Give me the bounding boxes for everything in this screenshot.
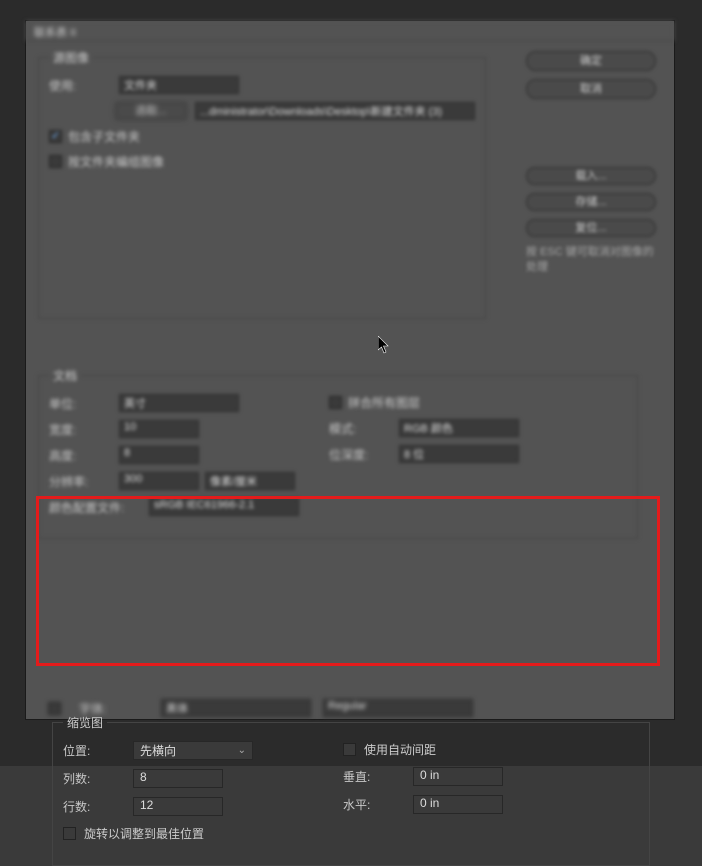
esc-hint: 按 ESC 键可取消对图像的处理 <box>526 245 656 276</box>
reset-button[interactable]: 复位... <box>526 219 656 237</box>
auto-space-label: 使用自动间距 <box>364 741 436 758</box>
load-button[interactable]: 载入... <box>526 167 656 185</box>
mode-label: 模式: <box>329 420 399 437</box>
rotate-best-label: 旋转以调整到最佳位置 <box>84 825 204 842</box>
width-input[interactable]: 10 <box>119 420 199 438</box>
profile-label: 颜色配置文件: <box>49 499 149 516</box>
action-column: 确定 取消 载入... 存储... 复位... 按 ESC 键可取消对图像的处理 <box>526 51 656 276</box>
cols-label: 列数: <box>63 770 133 787</box>
rotate-best-checkbox[interactable] <box>63 827 76 840</box>
ok-button[interactable]: 确定 <box>526 51 656 71</box>
bit-label: 位深度: <box>329 446 399 463</box>
group-by-folder-label: 按文件夹编组图像 <box>68 153 164 170</box>
mode-select[interactable]: RGB 颜色 <box>399 419 519 437</box>
height-input[interactable]: 8 <box>119 446 199 464</box>
flatten-label: 拼合所有图层 <box>348 394 420 411</box>
include-subfolders-label: 包含子文件夹 <box>68 128 140 145</box>
profile-select[interactable]: sRGB IEC61966-2.1 <box>149 498 299 516</box>
vert-input[interactable]: 0 in <box>413 767 503 786</box>
browse-button[interactable]: 选取... <box>115 102 187 120</box>
rows-label: 行数: <box>63 798 133 815</box>
place-value: 先横向 <box>140 742 176 759</box>
font-label: 字体: <box>79 700 149 717</box>
mouse-cursor-icon <box>378 336 390 354</box>
document-legend: 文档 <box>49 367 81 384</box>
rows-input[interactable]: 12 <box>133 797 223 816</box>
source-legend: 源图像 <box>49 49 93 66</box>
source-fieldset: 源图像 使用: 文件夹 选取... ...dministrator\Downlo… <box>38 49 486 319</box>
place-select[interactable]: 先横向 ⌄ <box>133 741 253 760</box>
horz-input[interactable]: 0 in <box>413 795 503 814</box>
font-style-select[interactable]: Regular <box>323 699 473 717</box>
vert-label: 垂直: <box>343 768 413 785</box>
auto-space-checkbox[interactable] <box>343 743 356 756</box>
dialog: 联系表 II 确定 取消 载入... 存储... 复位... 按 ESC 键可取… <box>25 20 675 720</box>
bit-select[interactable]: 8 位 <box>399 445 519 463</box>
place-label: 位置: <box>63 742 133 759</box>
save-preset-button[interactable]: 存储... <box>526 193 656 211</box>
use-label: 使用: <box>49 77 119 94</box>
document-fieldset: 文档 单位:英寸 宽度:10 高度:8 分辨率:300像素/厘米 拼合所有图层 … <box>38 367 638 539</box>
cols-input[interactable]: 8 <box>133 769 223 788</box>
caption-checkbox[interactable] <box>48 702 61 715</box>
cancel-button[interactable]: 取消 <box>526 79 656 99</box>
path-field[interactable]: ...dministrator\Downloads\Desktop\新建文件夹 … <box>195 102 475 120</box>
res-unit-select[interactable]: 像素/厘米 <box>205 472 295 490</box>
chevron-down-icon: ⌄ <box>238 745 246 756</box>
horz-label: 水平: <box>343 796 413 813</box>
unit-select[interactable]: 英寸 <box>119 394 239 412</box>
unit-label: 单位: <box>49 395 119 412</box>
use-select[interactable]: 文件夹 <box>119 76 239 94</box>
dialog-titlebar: 联系表 II <box>26 21 674 41</box>
res-input[interactable]: 300 <box>119 472 199 490</box>
res-label: 分辨率: <box>49 473 119 490</box>
include-subfolders-checkbox[interactable] <box>49 130 62 143</box>
group-by-folder-checkbox[interactable] <box>49 155 62 168</box>
font-select[interactable]: 黑体 <box>161 699 311 717</box>
flatten-checkbox[interactable] <box>329 396 342 409</box>
width-label: 宽度: <box>49 421 119 438</box>
app-background: 联系表 II 确定 取消 载入... 存储... 复位... 按 ESC 键可取… <box>0 0 702 766</box>
thumbnail-fieldset: 缩览图 位置: 先横向 ⌄ 列数: 8 <box>52 714 650 866</box>
dialog-title: 联系表 II <box>34 27 76 39</box>
height-label: 高度: <box>49 447 119 464</box>
